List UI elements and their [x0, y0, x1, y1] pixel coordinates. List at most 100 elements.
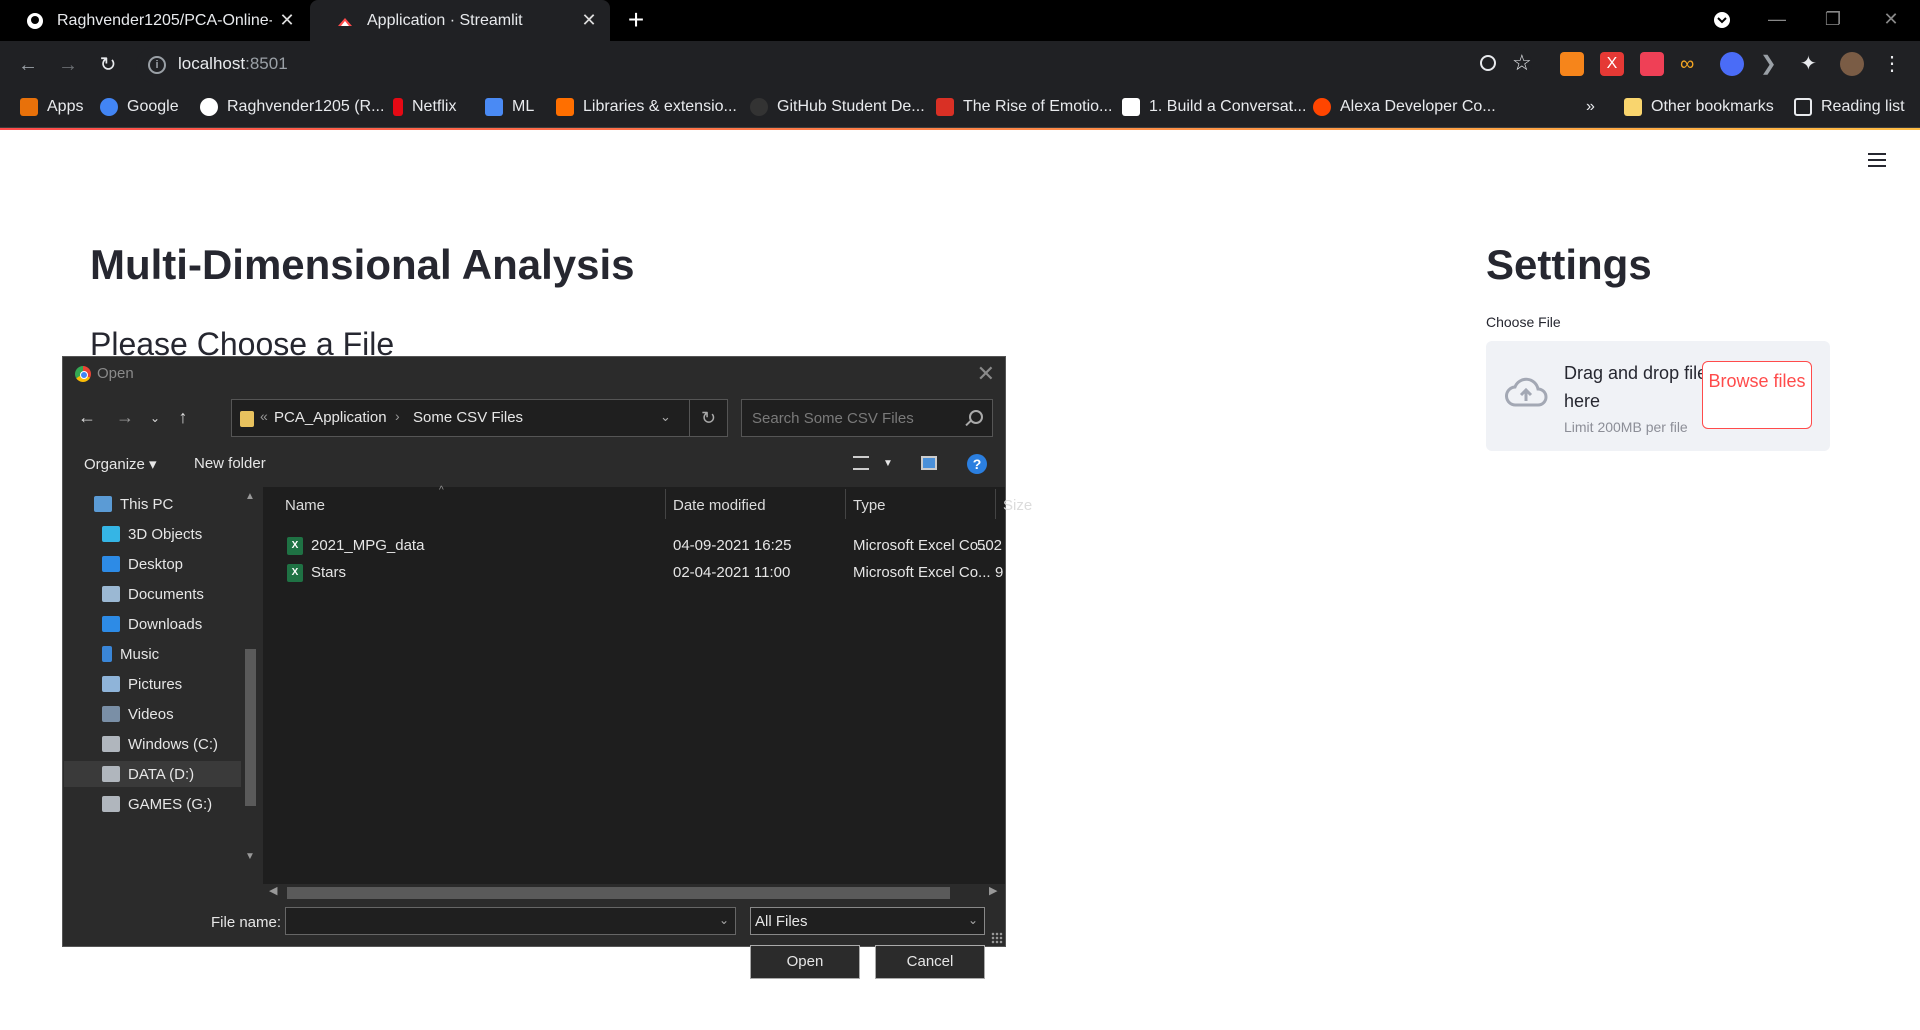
reading-list[interactable]: Reading list — [1794, 96, 1905, 118]
extension-x-icon[interactable]: X — [1600, 52, 1624, 76]
restore-icon[interactable]: ❐ — [1808, 0, 1858, 41]
zoom-icon[interactable] — [1480, 55, 1496, 71]
nav-item-games-g[interactable]: GAMES (G:) — [64, 791, 260, 817]
extension-owl-icon[interactable] — [1720, 52, 1744, 76]
tab-search-icon[interactable] — [1697, 0, 1747, 41]
bookmark-netflix[interactable]: Netflix — [393, 96, 456, 118]
dialog-forward-icon[interactable]: → — [113, 407, 137, 428]
open-button[interactable]: Open — [750, 945, 860, 979]
breadcrumb-overflow-icon[interactable]: « — [260, 408, 268, 424]
hamburger-menu-icon[interactable] — [1868, 153, 1886, 167]
bookmark-github-student[interactable]: GitHub Student De... — [750, 96, 925, 118]
avatar[interactable] — [1840, 52, 1864, 76]
bookmark-other[interactable]: Other bookmarks — [1624, 96, 1774, 118]
refresh-icon[interactable]: ↻ — [689, 400, 727, 436]
extensions-puzzle-icon[interactable]: ✦ — [1800, 52, 1824, 76]
nav-item-3d-objects[interactable]: 3D Objects — [64, 521, 260, 547]
browser-menu-icon[interactable]: ⋮ — [1880, 52, 1904, 76]
address-bar[interactable]: i localhost:8501 ☆ — [136, 47, 1532, 83]
scroll-right-icon[interactable]: ▶ — [989, 884, 997, 897]
dialog-address-bar[interactable]: « PCA_Application › Some CSV Files ⌄ ↻ — [231, 399, 728, 437]
file-list-hscrollbar[interactable]: ◀ ▶ — [263, 884, 1005, 900]
scroll-up-icon[interactable]: ▲ — [245, 491, 255, 502]
bookmark-label: ML — [512, 98, 535, 115]
column-size[interactable]: Size — [1003, 497, 1032, 514]
bookmark-star-icon[interactable]: ☆ — [1512, 50, 1532, 76]
column-divider[interactable] — [995, 489, 996, 519]
column-type[interactable]: Type — [853, 497, 886, 514]
site-info-icon[interactable]: i — [148, 56, 166, 74]
breadcrumb-item[interactable]: PCA_Application — [274, 409, 387, 426]
view-options-icon[interactable] — [853, 456, 869, 470]
bookmark-rise-of-emotion[interactable]: The Rise of Emotio... — [936, 96, 1112, 118]
breadcrumb-item[interactable]: Some CSV Files — [413, 409, 523, 426]
coupon-icon[interactable]: ∞ — [1680, 52, 1704, 76]
nav-item-windows-c[interactable]: Windows (C:) — [64, 731, 260, 757]
nav-scrollbar[interactable]: ▲ ▼ — [241, 487, 260, 887]
chevron-down-icon[interactable]: ⌄ — [719, 913, 729, 927]
medium-icon — [1122, 98, 1140, 116]
pocket-icon[interactable] — [1640, 52, 1664, 76]
chevron-down-icon[interactable]: ⌄ — [660, 409, 671, 425]
column-divider[interactable] — [665, 489, 666, 519]
extension-arrow-icon[interactable]: ❯ — [1760, 52, 1784, 76]
nav-item-this-pc[interactable]: This PC — [64, 491, 260, 517]
tab-github[interactable]: Raghvender1205/PCA-Online-Ap ✕ — [0, 0, 308, 41]
new-folder-button[interactable]: New folder — [194, 455, 266, 472]
reload-icon[interactable]: ↻ — [94, 52, 122, 78]
bookmark-github-profile[interactable]: Raghvender1205 (R... — [200, 96, 384, 118]
nav-label: Desktop — [128, 555, 184, 573]
metamask-icon[interactable] — [1560, 52, 1584, 76]
close-tab-icon[interactable]: ✕ — [580, 11, 598, 29]
file-type-select[interactable]: All Files ⌄ — [750, 907, 985, 935]
nav-item-music[interactable]: Music — [64, 641, 260, 667]
dialog-search-input[interactable]: Search Some CSV Files — [741, 399, 993, 437]
file-row[interactable]: X 2021_MPG_data 04-09-2021 16:25 Microso… — [263, 533, 1005, 560]
forward-icon[interactable]: → — [54, 52, 82, 78]
close-tab-icon[interactable]: ✕ — [278, 11, 296, 29]
view-dropdown-icon[interactable]: ▼ — [883, 458, 893, 469]
nav-item-desktop[interactable]: Desktop — [64, 551, 260, 577]
cancel-button[interactable]: Cancel — [875, 945, 985, 979]
column-divider[interactable] — [845, 489, 846, 519]
chevron-right-icon[interactable]: › — [395, 408, 400, 424]
nav-item-downloads[interactable]: Downloads — [64, 611, 260, 637]
scroll-down-icon[interactable]: ▼ — [245, 851, 255, 862]
file-dropzone[interactable]: Drag and drop file here Limit 200MB per … — [1486, 341, 1830, 451]
dialog-close-icon[interactable]: ✕ — [977, 361, 995, 387]
dialog-titlebar[interactable]: Open ✕ — [63, 357, 1005, 391]
search-icon[interactable] — [969, 410, 983, 424]
resize-grip-icon[interactable] — [991, 932, 1003, 944]
back-icon[interactable]: ← — [14, 52, 42, 78]
help-icon[interactable]: ? — [967, 454, 987, 474]
tab-streamlit[interactable]: Application · Streamlit ✕ — [310, 0, 610, 41]
close-window-icon[interactable]: ✕ — [1866, 0, 1916, 41]
up-folder-icon[interactable]: ↑ — [171, 407, 195, 428]
browse-files-button[interactable]: Browse files — [1702, 361, 1812, 429]
bookmark-google[interactable]: Google — [100, 96, 179, 118]
bookmark-build-conversation[interactable]: 1. Build a Conversat... — [1122, 96, 1306, 118]
column-date-modified[interactable]: Date modified — [673, 497, 766, 514]
bookmark-apps[interactable]: Apps — [20, 96, 83, 118]
nav-item-documents[interactable]: Documents — [64, 581, 260, 607]
bookmark-libraries[interactable]: Libraries & extensio... — [556, 96, 737, 118]
recent-locations-icon[interactable]: ⌄ — [143, 411, 167, 425]
file-name-input[interactable]: ⌄ — [285, 907, 736, 935]
column-name[interactable]: Name — [285, 497, 325, 514]
bookmark-alexa[interactable]: Alexa Developer Co... — [1313, 96, 1496, 118]
nav-item-pictures[interactable]: Pictures — [64, 671, 260, 697]
dialog-back-icon[interactable]: ← — [75, 407, 99, 428]
scroll-left-icon[interactable]: ◀ — [269, 884, 277, 897]
new-tab-icon[interactable]: + — [620, 6, 652, 36]
bookmarks-overflow-icon[interactable]: » — [1586, 96, 1595, 118]
bookmark-ml[interactable]: ML — [485, 96, 534, 118]
organize-button[interactable]: Organize ▾ — [84, 455, 157, 473]
scrollbar-thumb[interactable] — [287, 887, 950, 899]
nav-item-videos[interactable]: Videos — [64, 701, 260, 727]
minimize-icon[interactable]: — — [1752, 0, 1802, 41]
file-row[interactable]: X Stars 02-04-2021 11:00 Microsoft Excel… — [263, 560, 1005, 587]
nav-item-data-d[interactable]: DATA (D:) — [64, 761, 260, 787]
scrollbar-thumb[interactable] — [245, 649, 256, 806]
chevron-down-icon[interactable]: ⌄ — [968, 913, 978, 927]
preview-pane-icon[interactable] — [921, 456, 937, 470]
